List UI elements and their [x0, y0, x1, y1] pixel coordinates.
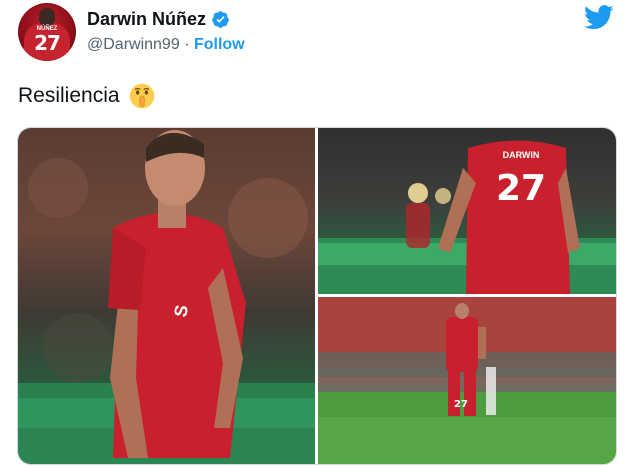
follow-button[interactable]: Follow — [194, 36, 245, 53]
photo-3-shirt-number: 27 — [454, 399, 468, 410]
avatar[interactable]: NÚÑEZ 27 — [18, 3, 76, 61]
name-row: Darwin Núñez — [87, 9, 230, 30]
tweet-text: Resiliencia — [18, 82, 156, 110]
handle-row: @Darwinn99 · Follow — [87, 36, 245, 54]
photo-2-shirt-number: 27 — [496, 168, 546, 209]
avatar-head — [39, 8, 55, 26]
shushing-face-emoji — [129, 83, 154, 109]
display-name[interactable]: Darwin Núñez — [87, 9, 206, 30]
photo-1[interactable]: S — [18, 128, 315, 464]
tweet-text-content: Resiliencia — [18, 84, 120, 107]
photo-3[interactable]: 27 — [318, 297, 616, 464]
twitter-bird-icon[interactable] — [584, 5, 614, 30]
photo-2-scene: DARWIN 27 — [318, 140, 616, 294]
verified-badge-icon — [212, 11, 229, 28]
media-grid: S DARWIN 27 27 — [17, 127, 617, 465]
photo-3-scene: 27 — [318, 297, 616, 464]
separator: · — [184, 36, 190, 53]
photo-1-scene: S — [18, 130, 315, 464]
photo-2[interactable]: DARWIN 27 — [318, 128, 616, 294]
photo-2-shirt-name: DARWIN — [503, 150, 540, 160]
avatar-shirt-number: 27 — [34, 31, 61, 55]
handle[interactable]: @Darwinn99 — [87, 36, 180, 53]
